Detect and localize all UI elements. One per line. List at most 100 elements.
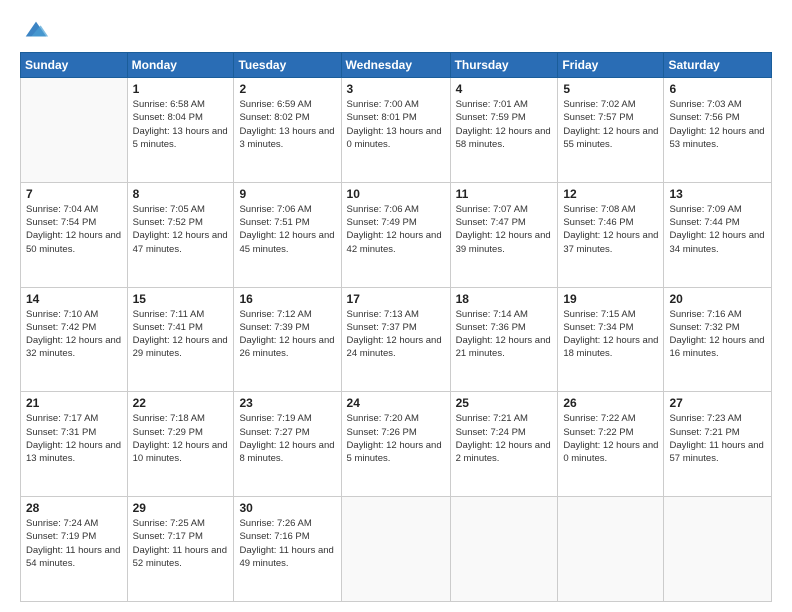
calendar-header-wednesday: Wednesday [341,53,450,78]
calendar-cell: 16 Sunrise: 7:12 AMSunset: 7:39 PMDayligh… [234,287,341,392]
calendar-cell: 29 Sunrise: 7:25 AMSunset: 7:17 PMDayligh… [127,497,234,602]
day-info: Sunrise: 7:05 AMSunset: 7:52 PMDaylight:… [133,203,229,256]
calendar-header-row: SundayMondayTuesdayWednesdayThursdayFrid… [21,53,772,78]
day-info: Sunrise: 7:04 AMSunset: 7:54 PMDaylight:… [26,203,122,256]
calendar-cell: 22 Sunrise: 7:18 AMSunset: 7:29 PMDayligh… [127,392,234,497]
calendar-cell: 9 Sunrise: 7:06 AMSunset: 7:51 PMDaylight… [234,182,341,287]
calendar-cell: 30 Sunrise: 7:26 AMSunset: 7:16 PMDayligh… [234,497,341,602]
day-info: Sunrise: 7:13 AMSunset: 7:37 PMDaylight:… [347,308,445,361]
calendar-cell: 2 Sunrise: 6:59 AMSunset: 8:02 PMDaylight… [234,78,341,183]
calendar-header-thursday: Thursday [450,53,558,78]
day-info: Sunrise: 7:19 AMSunset: 7:27 PMDaylight:… [239,412,335,465]
day-number: 28 [26,501,122,515]
calendar-header-monday: Monday [127,53,234,78]
calendar-cell: 6Sunrise: 7:03 AMSunset: 7:56 PMDaylight… [664,78,772,183]
day-number: 26 [563,396,658,410]
calendar-cell [21,78,128,183]
day-number: 3 [347,82,445,96]
day-number: 21 [26,396,122,410]
calendar-header-saturday: Saturday [664,53,772,78]
calendar-header-tuesday: Tuesday [234,53,341,78]
calendar-cell [558,497,664,602]
calendar-cell: 10 Sunrise: 7:06 AMSunset: 7:49 PMDayligh… [341,182,450,287]
day-number: 22 [133,396,229,410]
calendar-cell: 26 Sunrise: 7:22 AMSunset: 7:22 PMDayligh… [558,392,664,497]
day-number: 17 [347,292,445,306]
day-info: Sunrise: 7:26 AMSunset: 7:16 PMDaylight:… [239,517,335,570]
day-number: 19 [563,292,658,306]
day-info: Sunrise: 7:06 AMSunset: 7:49 PMDaylight:… [347,203,445,256]
logo [20,16,50,44]
calendar-cell: 27 Sunrise: 7:23 AMSunset: 7:21 PMDayligh… [664,392,772,497]
day-number: 15 [133,292,229,306]
day-number: 24 [347,396,445,410]
day-info: Sunrise: 7:01 AMSunset: 7:59 PMDaylight:… [456,98,553,151]
day-number: 9 [239,187,335,201]
day-info: Sunrise: 7:21 AMSunset: 7:24 PMDaylight:… [456,412,553,465]
calendar-week-row: 1 Sunrise: 6:58 AMSunset: 8:04 PMDaylight… [21,78,772,183]
calendar-cell: 18 Sunrise: 7:14 AMSunset: 7:36 PMDayligh… [450,287,558,392]
calendar-cell [664,497,772,602]
calendar-cell: 12Sunrise: 7:08 AMSunset: 7:46 PMDayligh… [558,182,664,287]
day-info: Sunrise: 7:11 AMSunset: 7:41 PMDaylight:… [133,308,229,361]
day-info: Sunrise: 7:14 AMSunset: 7:36 PMDaylight:… [456,308,553,361]
day-info: Sunrise: 6:58 AMSunset: 8:04 PMDaylight:… [133,98,229,151]
calendar-cell: 11Sunrise: 7:07 AMSunset: 7:47 PMDayligh… [450,182,558,287]
calendar-cell: 4 Sunrise: 7:01 AMSunset: 7:59 PMDaylight… [450,78,558,183]
calendar-cell: 25 Sunrise: 7:21 AMSunset: 7:24 PMDayligh… [450,392,558,497]
calendar-cell: 13 Sunrise: 7:09 AMSunset: 7:44 PMDayligh… [664,182,772,287]
day-info: Sunrise: 7:23 AMSunset: 7:21 PMDaylight:… [669,412,766,465]
day-number: 7 [26,187,122,201]
calendar-cell: 21 Sunrise: 7:17 AMSunset: 7:31 PMDayligh… [21,392,128,497]
day-number: 30 [239,501,335,515]
day-info: Sunrise: 7:10 AMSunset: 7:42 PMDaylight:… [26,308,122,361]
calendar-cell: 17 Sunrise: 7:13 AMSunset: 7:37 PMDayligh… [341,287,450,392]
page: SundayMondayTuesdayWednesdayThursdayFrid… [0,0,792,612]
day-number: 25 [456,396,553,410]
day-info: Sunrise: 7:18 AMSunset: 7:29 PMDaylight:… [133,412,229,465]
day-info: Sunrise: 7:17 AMSunset: 7:31 PMDaylight:… [26,412,122,465]
day-info: Sunrise: 7:22 AMSunset: 7:22 PMDaylight:… [563,412,658,465]
calendar-cell: 19 Sunrise: 7:15 AMSunset: 7:34 PMDayligh… [558,287,664,392]
day-info: Sunrise: 7:06 AMSunset: 7:51 PMDaylight:… [239,203,335,256]
day-number: 12 [563,187,658,201]
day-number: 23 [239,396,335,410]
calendar-week-row: 28 Sunrise: 7:24 AMSunset: 7:19 PMDayligh… [21,497,772,602]
day-number: 13 [669,187,766,201]
day-number: 29 [133,501,229,515]
calendar-cell: 5 Sunrise: 7:02 AMSunset: 7:57 PMDaylight… [558,78,664,183]
day-info: Sunrise: 7:25 AMSunset: 7:17 PMDaylight:… [133,517,229,570]
calendar-cell: 14 Sunrise: 7:10 AMSunset: 7:42 PMDayligh… [21,287,128,392]
day-info: Sunrise: 7:16 AMSunset: 7:32 PMDaylight:… [669,308,766,361]
day-info: Sunrise: 7:02 AMSunset: 7:57 PMDaylight:… [563,98,658,151]
calendar-header-friday: Friday [558,53,664,78]
calendar-week-row: 21 Sunrise: 7:17 AMSunset: 7:31 PMDayligh… [21,392,772,497]
day-info: Sunrise: 7:15 AMSunset: 7:34 PMDaylight:… [563,308,658,361]
day-info: Sunrise: 7:12 AMSunset: 7:39 PMDaylight:… [239,308,335,361]
day-number: 18 [456,292,553,306]
day-number: 5 [563,82,658,96]
day-number: 8 [133,187,229,201]
calendar-week-row: 7 Sunrise: 7:04 AMSunset: 7:54 PMDaylight… [21,182,772,287]
calendar-cell: 7 Sunrise: 7:04 AMSunset: 7:54 PMDaylight… [21,182,128,287]
calendar-cell: 1 Sunrise: 6:58 AMSunset: 8:04 PMDaylight… [127,78,234,183]
day-number: 10 [347,187,445,201]
calendar-cell [341,497,450,602]
day-number: 4 [456,82,553,96]
calendar-header-sunday: Sunday [21,53,128,78]
day-info: Sunrise: 6:59 AMSunset: 8:02 PMDaylight:… [239,98,335,151]
day-number: 27 [669,396,766,410]
day-info: Sunrise: 7:24 AMSunset: 7:19 PMDaylight:… [26,517,122,570]
day-number: 11 [456,187,553,201]
day-number: 14 [26,292,122,306]
day-number: 1 [133,82,229,96]
calendar: SundayMondayTuesdayWednesdayThursdayFrid… [20,52,772,602]
day-info: Sunrise: 7:09 AMSunset: 7:44 PMDaylight:… [669,203,766,256]
day-info: Sunrise: 7:03 AMSunset: 7:56 PMDaylight:… [669,98,766,151]
day-number: 2 [239,82,335,96]
calendar-cell: 24Sunrise: 7:20 AMSunset: 7:26 PMDayligh… [341,392,450,497]
calendar-cell: 3Sunrise: 7:00 AMSunset: 8:01 PMDaylight… [341,78,450,183]
calendar-week-row: 14 Sunrise: 7:10 AMSunset: 7:42 PMDayligh… [21,287,772,392]
day-number: 16 [239,292,335,306]
calendar-cell [450,497,558,602]
